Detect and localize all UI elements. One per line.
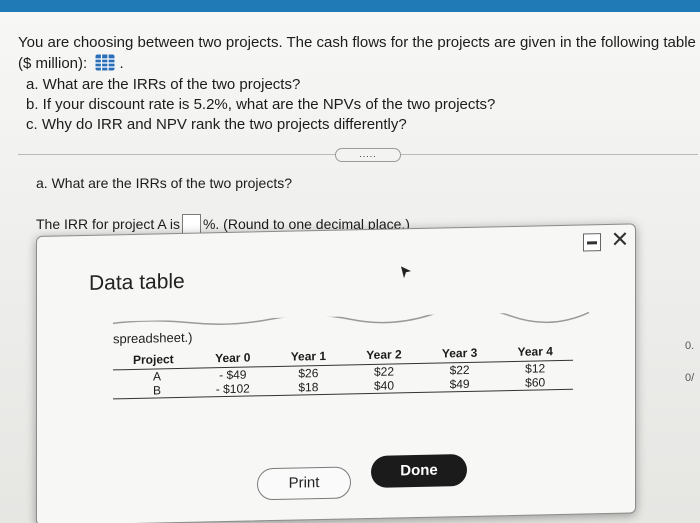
table-cell: - $49: [219, 367, 247, 382]
question-block: You are choosing between two projects. T…: [18, 32, 698, 135]
table-grid-icon[interactable]: [95, 54, 115, 71]
table-cell: $18: [298, 379, 319, 395]
mouse-cursor-icon: [401, 266, 411, 279]
minimize-icon[interactable]: [583, 233, 601, 252]
question-parts: a. What are the IRRs of the two projects…: [26, 75, 698, 135]
data-table-modal: Data table ✕ spreadsheet.) Project Year …: [36, 223, 636, 523]
table-cell: $40: [373, 378, 394, 393]
top-bar: [0, 0, 700, 12]
question-part-a: a. What are the IRRs of the two projects…: [26, 76, 301, 93]
part-a-heading: a. What are the IRRs of the two projects…: [36, 175, 293, 191]
table-cell: B: [153, 382, 162, 398]
question-intro: You are choosing between two projects. T…: [18, 32, 698, 74]
table-cell: $12: [525, 360, 546, 376]
table-cell: $22: [449, 362, 470, 377]
table-cell: $60: [525, 374, 546, 390]
col-header-year2: Year 2: [366, 347, 402, 362]
table-cell: - $102: [215, 381, 250, 396]
col-header-year1: Year 1: [290, 348, 327, 364]
question-part-b: b. If your discount rate is 5.2%, what a…: [26, 96, 496, 113]
spreadsheet-label: spreadsheet.): [113, 329, 193, 347]
print-button[interactable]: Print: [257, 466, 351, 501]
edge-text-2: 0/: [685, 372, 695, 384]
cash-flow-table: Project Year 0 Year 1 Year 2 Year 3 Year…: [113, 341, 573, 399]
modal-title: Data table: [89, 269, 185, 295]
col-header-year0: Year 0: [215, 350, 251, 365]
irr-prefix: The IRR for project A is: [36, 216, 180, 232]
table-cell: $22: [373, 364, 394, 379]
table-cell: $49: [449, 376, 470, 391]
icon-suffix: .: [119, 55, 124, 72]
question-part-c: c. Why do IRR and NPV rank the two proje…: [26, 116, 407, 133]
col-header-year3: Year 3: [441, 345, 478, 361]
cash-flow-table-wrap: Project Year 0 Year 1 Year 2 Year 3 Year…: [113, 341, 573, 399]
col-header-year4: Year 4: [517, 343, 553, 359]
question-page: You are choosing between two projects. T…: [0, 12, 700, 523]
table-cell: $26: [298, 365, 319, 381]
expand-more-button[interactable]: .....: [335, 148, 401, 162]
edge-text-1: 0.: [685, 340, 695, 352]
done-button[interactable]: Done: [371, 453, 467, 488]
close-icon[interactable]: ✕: [609, 227, 631, 252]
col-header-project: Project: [133, 351, 174, 367]
irr-input-box[interactable]: [181, 214, 201, 234]
